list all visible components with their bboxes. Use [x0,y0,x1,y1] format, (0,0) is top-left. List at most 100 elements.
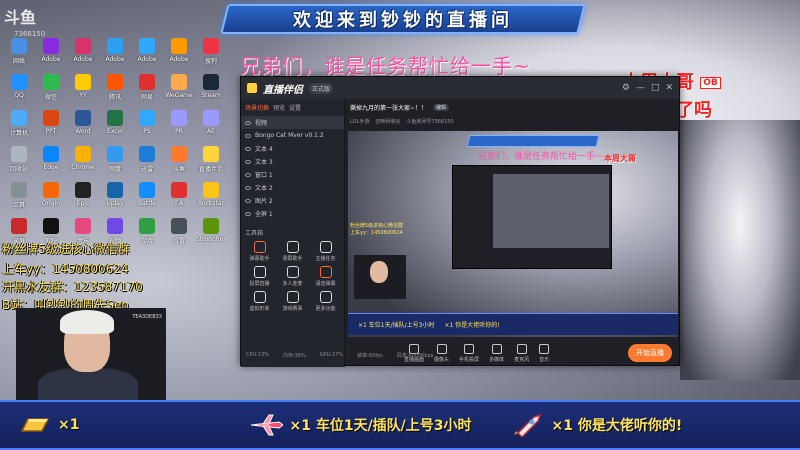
tab-scenes[interactable]: 场景切换 [245,103,269,112]
source-button[interactable]: 手机投屏 [459,343,479,363]
app-icon [171,110,187,126]
desktop-icon[interactable]: Origin [36,182,66,212]
tab-settings[interactable]: 设置 [289,103,301,112]
maximize-icon[interactable]: □ [651,83,660,93]
desktop-icon-label: PS [143,128,151,135]
tool-button[interactable]: 投屏直播 [243,266,276,287]
desktop-icon[interactable]: Adobe [68,38,98,68]
desktop-icon[interactable]: Stronghold [196,218,226,248]
tool-button[interactable]: 游戏赛事 [276,291,309,312]
gift-item-gold: ×1 [18,413,79,437]
status-item: GPU:27% [319,352,344,358]
desktop-icon[interactable]: 直播伴侣 [196,146,226,176]
scene-item[interactable]: 文本 2 [241,181,344,194]
desktop-icon[interactable]: PPT [36,110,66,140]
desktop-icon[interactable]: 网易 [132,74,162,104]
desktop-icon[interactable]: Battle [132,182,162,212]
desktop-icon[interactable]: Adobe [100,38,130,68]
desktop-icon[interactable]: 设置 [164,218,194,248]
desktop-icon[interactable]: 腾讯 [100,74,130,104]
scene-item[interactable]: Bongo Cat Mver v0.1.2 [241,129,344,142]
eye-icon[interactable] [245,211,251,216]
desktop-icon[interactable]: Chrome [68,146,98,176]
desktop-icon[interactable]: Epic [68,182,98,212]
eye-icon[interactable] [245,146,251,151]
source-button[interactable]: 麦克风 [514,343,529,363]
preview-nested-preview [493,174,609,248]
minimize-icon[interactable]: — [636,83,645,93]
desktop-icon[interactable]: Rockstar [196,182,226,212]
app-title-bar[interactable]: 直播伴侣 正式版 ⚙ — □ ✕ [241,77,679,99]
eye-icon[interactable] [245,198,251,203]
desktop-icon-label: EA [175,200,183,207]
source-button[interactable]: 音乐 [539,343,549,363]
scene-item[interactable]: 全屏 1 [241,207,344,220]
stream-preview[interactable]: 兄弟们，谁是任务帮忙给一手~ 本周大哥 粉丝牌5级进核心微信群 上车yy：145… [348,131,678,337]
desktop-icon-label: PR [175,128,183,135]
desktop-icon[interactable]: EA [164,182,194,212]
start-live-button[interactable]: 开始直播 [628,344,672,362]
desktop-icon[interactable]: Adobe [36,38,66,68]
tab-preview[interactable]: 预览 [273,103,285,112]
tool-button[interactable]: 弹幕助手 [243,241,276,262]
desktop-icon[interactable]: 迅雷 [132,146,162,176]
desktop-icon[interactable]: PR [164,110,194,140]
scene-item[interactable]: 窗口 1 [241,168,344,181]
tool-button[interactable]: 主播任务 [309,241,342,262]
desktop-icon[interactable]: Edge [36,146,66,176]
scene-item[interactable]: 视频 [241,116,344,129]
scene-label: 文本 3 [255,159,273,166]
desktop-icon[interactable]: 网盘 [100,146,130,176]
desktop-icon[interactable]: 计算机 [4,110,34,140]
desktop-icon[interactable]: YY [68,74,98,104]
desktop-icon[interactable]: PS [132,110,162,140]
tool-button[interactable]: 更多功能 [309,291,342,312]
edit-title-button[interactable]: 编辑 [433,103,450,111]
desktop-icon[interactable]: Adobe [132,38,162,68]
source-button[interactable]: 多媒体 [489,343,504,363]
scene-item[interactable]: 文本 3 [241,155,344,168]
room-category[interactable]: LOL手游 [350,118,369,125]
desktop-icon[interactable]: Excel [100,110,130,140]
desktop-icon[interactable]: Uplay [100,182,130,212]
close-icon[interactable]: ✕ [665,83,673,93]
scene-item[interactable]: 图片 2 [241,194,344,207]
desktop-icon[interactable]: Steam [196,74,226,104]
desktop-icon[interactable]: 回收站 [4,146,34,176]
eye-icon[interactable] [245,185,251,190]
eye-icon[interactable] [245,120,251,125]
live-companion-window[interactable]: 直播伴侣 正式版 ⚙ — □ ✕ 场景切换 预览 设置 视频 Bongo Cat … [240,76,680,367]
source-button[interactable]: 摄像头 [434,343,449,363]
desktop-icon[interactable]: 微信 [36,74,66,104]
tool-button[interactable]: 虚拟形象 [243,291,276,312]
app-icon [11,110,27,126]
eye-icon[interactable] [245,172,251,177]
tool-label: 主播任务 [315,256,336,262]
desktop-icon[interactable]: 斗鱼 [164,146,194,176]
app-icon [11,38,27,54]
app-icon [171,74,187,90]
room-subcategory[interactable]: 召唤师峡谷 [375,118,400,125]
scene-item[interactable]: 文本 4 [241,142,344,155]
desktop-icon-label: 工具 [12,202,25,209]
app-icon [139,110,155,126]
desktop-icon[interactable]: 搜狗 [196,38,226,68]
desktop-icon[interactable]: 游戏 [132,218,162,248]
desktop-icon[interactable]: AE [196,110,226,140]
tool-button[interactable]: 多人连麦 [276,266,309,287]
desktop-icon[interactable]: Adobe [164,38,194,68]
desktop-icon[interactable]: Word [68,110,98,140]
plane-icon [251,414,284,436]
room-title[interactable]: 撕掉九月的第一张大家~！！ [350,103,427,112]
tool-label: 录屏助手 [282,256,303,262]
eye-icon[interactable] [245,159,251,164]
gift-text: ×1 [58,417,80,433]
desktop-icon[interactable]: 工具 [4,182,34,212]
desktop-icon[interactable]: QQ [4,74,34,104]
tool-button[interactable]: 录屏助手 [276,241,309,262]
desktop-icon[interactable]: 网络 [4,38,34,68]
eye-icon[interactable] [245,133,251,138]
desktop-icon[interactable]: WeGame [164,74,194,104]
settings-icon[interactable]: ⚙ [622,83,630,93]
tool-button[interactable]: 语音弹幕 [309,266,342,287]
